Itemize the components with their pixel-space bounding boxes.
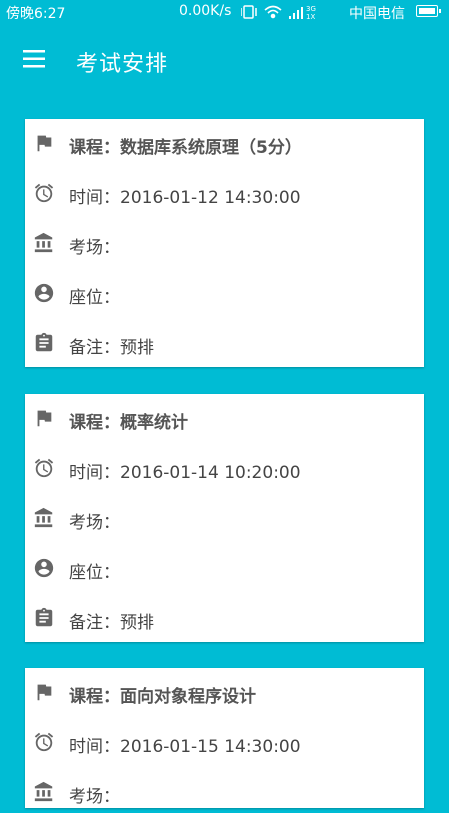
- flag-icon: [33, 407, 55, 429]
- time-row: 时间：2016-01-12 14:30:00: [25, 174, 424, 214]
- status-time: 傍晚6:27: [6, 6, 66, 22]
- time-label: 时间：2016-01-14 10:20:00: [69, 463, 301, 483]
- time-label: 时间：2016-01-15 14:30:00: [69, 737, 301, 757]
- room-label: 考场：: [69, 513, 120, 533]
- room-row: 考场：: [25, 499, 424, 539]
- room-row: 考场：: [25, 224, 424, 264]
- clipboard-icon: [33, 607, 55, 629]
- account-circle-icon: [33, 557, 55, 579]
- seat-label: 座位：: [69, 288, 120, 308]
- flag-icon: [33, 681, 55, 703]
- exam-card[interactable]: 课程：数据库系统原理（5分） 时间：2016-01-12 14:30:00 考场…: [25, 119, 424, 367]
- app-bar: 考试安排: [0, 24, 449, 96]
- bank-icon: [33, 232, 55, 254]
- exam-card[interactable]: 课程：面向对象程序设计 时间：2016-01-15 14:30:00 考场：: [25, 668, 424, 808]
- signal-icon: 3G 1X: [289, 5, 316, 21]
- status-bar: 傍晚6:27 0.00K/s 3G 1X 中国电信: [0, 0, 449, 24]
- clipboard-icon: [33, 332, 55, 354]
- room-label: 考场：: [69, 787, 120, 807]
- course-label: 课程：概率统计: [69, 413, 188, 433]
- svg-text:3G: 3G: [306, 5, 316, 13]
- exam-card[interactable]: 课程：概率统计 时间：2016-01-14 10:20:00 考场： 座位： 备…: [25, 394, 424, 642]
- bank-icon: [33, 781, 55, 803]
- alarm-icon: [33, 182, 55, 204]
- course-label: 课程：数据库系统原理（5分）: [69, 138, 302, 158]
- course-label: 课程：面向对象程序设计: [69, 687, 256, 707]
- battery-icon: [416, 5, 441, 17]
- seat-row: 座位：: [25, 274, 424, 314]
- alarm-icon: [33, 457, 55, 479]
- account-circle-icon: [33, 282, 55, 304]
- wifi-icon: [264, 5, 282, 19]
- room-row: 考场：: [25, 773, 424, 813]
- menu-button[interactable]: [14, 46, 54, 76]
- page-title: 考试安排: [76, 52, 169, 77]
- time-label: 时间：2016-01-12 14:30:00: [69, 188, 301, 208]
- course-row: 课程：面向对象程序设计: [25, 673, 424, 713]
- room-label: 考场：: [69, 238, 120, 258]
- vibrate-icon: [241, 5, 257, 19]
- bank-icon: [33, 507, 55, 529]
- seat-row: 座位：: [25, 549, 424, 589]
- course-row: 课程：概率统计: [25, 399, 424, 439]
- network-speed: 0.00K/s: [179, 3, 232, 19]
- time-row: 时间：2016-01-15 14:30:00: [25, 723, 424, 763]
- note-row: 备注：预排: [25, 599, 424, 639]
- time-row: 时间：2016-01-14 10:20:00: [25, 449, 424, 489]
- flag-icon: [33, 132, 55, 154]
- course-row: 课程：数据库系统原理（5分）: [25, 124, 424, 164]
- menu-icon: [23, 50, 45, 68]
- svg-text:1X: 1X: [306, 13, 315, 21]
- note-row: 备注：预排: [25, 324, 424, 364]
- note-label: 备注：预排: [69, 338, 154, 358]
- status-icons: 3G 1X: [241, 5, 316, 21]
- note-label: 备注：预排: [69, 613, 154, 633]
- alarm-icon: [33, 731, 55, 753]
- seat-label: 座位：: [69, 563, 120, 583]
- carrier-name: 中国电信: [349, 6, 405, 22]
